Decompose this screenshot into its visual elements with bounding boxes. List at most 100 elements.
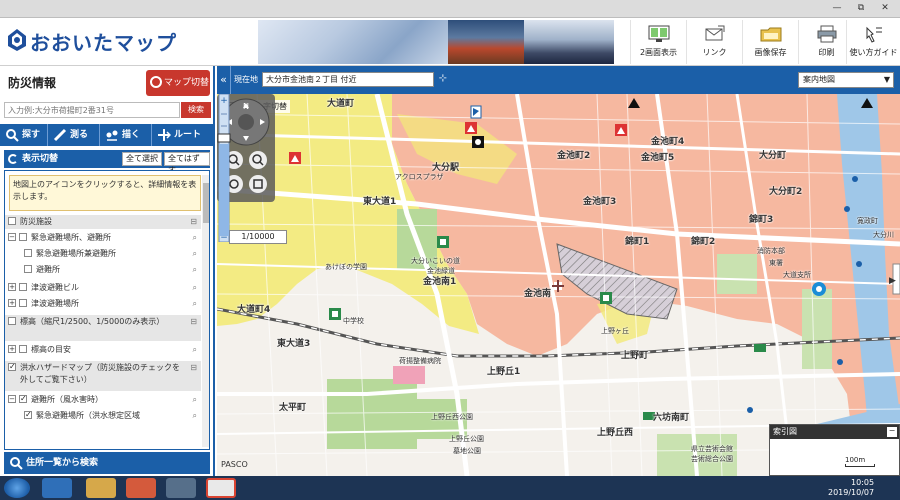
expand-toggle-icon[interactable]: − [8, 395, 16, 403]
layer-checkbox[interactable] [24, 409, 32, 421]
layer-checkbox[interactable] [19, 393, 27, 405]
zoom-slider-thumb[interactable] [217, 133, 231, 143]
clock-date: 2019/10/07 [828, 488, 875, 497]
police-icon[interactable] [472, 136, 484, 148]
evacuation-icon[interactable] [437, 236, 449, 248]
layer-row[interactable]: − 緊急避難場所、避難所 ⌕ [5, 231, 201, 245]
layer-checkbox[interactable] [8, 317, 16, 325]
layer-row[interactable]: + 津波避難ビル ⌕ [5, 281, 201, 295]
tab-draw[interactable]: 描く [100, 124, 152, 146]
tab-measure[interactable]: 測る [48, 124, 100, 146]
layer-checkbox[interactable] [19, 299, 27, 307]
flag-icon[interactable] [470, 105, 482, 119]
zoom-to-layer-icon[interactable]: ⌕ [193, 264, 197, 276]
header-banner [258, 20, 614, 64]
evacuation-icon[interactable] [600, 292, 612, 304]
link-label: リンク [702, 48, 727, 57]
zoom-slider[interactable]: + − [217, 94, 231, 242]
zoom-to-layer-icon[interactable]: ⌕ [193, 394, 197, 406]
media-taskbar-icon[interactable] [126, 478, 156, 498]
select-all-button[interactable]: 全て選択 [122, 152, 162, 166]
zoom-to-layer-icon[interactable]: ⌕ [193, 344, 197, 356]
explorer-taskbar-icon[interactable] [86, 478, 116, 498]
shrine-photo [448, 20, 524, 64]
guide-tool[interactable]: 使い方ガイド [846, 20, 900, 64]
search-button[interactable]: 検索 [181, 102, 211, 118]
layer-label: 津波避難ビル [31, 283, 79, 292]
tab-find-label: 探す [22, 130, 41, 140]
expand-toggle-icon[interactable]: + [8, 283, 16, 291]
dual-screen-tool[interactable]: 2画面表示 [630, 20, 686, 64]
zoom-to-layer-icon[interactable]: ⌕ [193, 410, 197, 422]
zoom-to-layer-icon[interactable]: ⌕ [193, 232, 197, 244]
map-type-select[interactable]: 案内地図 ▼ [798, 72, 894, 88]
save-image-tool[interactable]: 画像保存 [742, 20, 798, 64]
map-place-label: 錦町1 [625, 237, 650, 247]
layer-checkbox[interactable] [8, 361, 16, 373]
layer-label: 緊急避難場所兼避難所 [36, 249, 116, 258]
layer-scrollbar[interactable] [202, 175, 209, 447]
link-tool[interactable]: リンク [686, 20, 742, 64]
zoom-out-icon[interactable] [249, 151, 267, 169]
zoom-to-layer-icon[interactable]: ⌕ [193, 298, 197, 310]
locate-icon[interactable]: ⊹ [436, 72, 450, 87]
index-map-window[interactable]: 索引図 − [769, 424, 900, 476]
station-icon[interactable] [812, 282, 826, 296]
zoom-to-layer-icon[interactable]: ⌕ [193, 282, 197, 294]
layer-row[interactable]: 標高（縮尺1/2500、1/5000のみ表示） ⊟ [5, 315, 201, 341]
layer-row[interactable]: 防災施設 ⊟ [5, 215, 201, 229]
search-icon [6, 129, 19, 142]
collapse-panel-button[interactable]: « [217, 66, 231, 94]
landscape-photo [524, 20, 614, 64]
map-place-label: 上野丘1 [487, 367, 521, 377]
collapse-group-icon[interactable]: ⊟ [190, 216, 197, 228]
route-sign-icon[interactable] [754, 344, 766, 352]
address-search-input[interactable] [4, 102, 180, 118]
tab-find[interactable]: 探す [0, 124, 48, 146]
layer-row[interactable]: + 津波避難場所 ⌕ [5, 297, 201, 311]
chrome-taskbar-icon[interactable] [206, 478, 236, 498]
address-list-search-button[interactable]: 住所一覧から検索 [4, 452, 210, 474]
collapse-group-icon[interactable]: ⊟ [190, 316, 197, 328]
layer-checkbox[interactable] [19, 283, 27, 291]
collapse-group-icon[interactable]: ⊟ [190, 362, 197, 374]
current-location-label: 現在地 [234, 75, 258, 84]
app-taskbar-icon[interactable] [166, 478, 196, 498]
current-location-field[interactable]: 大分市金池南２丁目 付近 [262, 72, 434, 87]
minimize-button[interactable]: — [826, 2, 848, 15]
index-map-minimize-button[interactable]: − [887, 427, 897, 437]
zoom-to-layer-icon[interactable]: ⌕ [193, 248, 197, 260]
layer-row[interactable]: + 標高の目安 ⌕ [5, 343, 201, 357]
ruler-icon [53, 128, 67, 142]
map-place-label: 金池緑道 [427, 267, 455, 275]
map-canvas[interactable]: 大分駅 東大道1 金池南1 金池南 上野丘1 太平町 上野丘西 六坊南町 大道町4 東大道3 大道町… [217, 94, 900, 476]
expand-toggle-icon[interactable]: − [8, 233, 16, 241]
close-button[interactable]: ✕ [874, 2, 896, 15]
maximize-button[interactable]: ⧉ [850, 2, 872, 15]
app-title[interactable]: おおいたマップ [30, 27, 177, 56]
clear-all-button[interactable]: 全てはずす [164, 152, 210, 175]
shelter-icon[interactable] [289, 152, 301, 164]
expand-toggle-icon[interactable]: + [8, 299, 16, 307]
layer-row[interactable]: − 避難所（風水害時） ⌕ [5, 393, 201, 407]
shelter-icon[interactable] [465, 122, 477, 134]
shelter-icon[interactable] [615, 124, 627, 136]
layer-checkbox[interactable] [8, 217, 16, 225]
layer-row[interactable]: 緊急避難場所（洪水想定区域 ⌕ [5, 409, 201, 423]
layer-row[interactable]: 緊急避難場所兼避難所 ⌕ [5, 247, 201, 261]
expand-toggle-icon[interactable]: + [8, 345, 16, 353]
layer-row[interactable]: 避難所 ⌕ [5, 263, 201, 277]
tab-route[interactable]: ルート [152, 124, 213, 146]
pan-right-icon[interactable]: ▶ [889, 276, 896, 286]
start-button[interactable] [4, 478, 30, 498]
layer-row[interactable]: 洪水ハザードマップ（防災施設のチェックを外してご覧下さい） ⊟ [5, 361, 201, 391]
layer-checkbox[interactable] [24, 265, 32, 273]
zoom-area-icon[interactable] [249, 175, 267, 193]
layer-checkbox[interactable] [19, 233, 27, 241]
evacuation-icon[interactable] [329, 308, 341, 320]
scroll-thumb[interactable] [203, 183, 209, 223]
map-switch-button[interactable]: マップ切替 [146, 70, 210, 96]
ie-taskbar-icon[interactable] [42, 478, 72, 498]
layer-checkbox[interactable] [19, 345, 27, 353]
layer-checkbox[interactable] [24, 249, 32, 257]
